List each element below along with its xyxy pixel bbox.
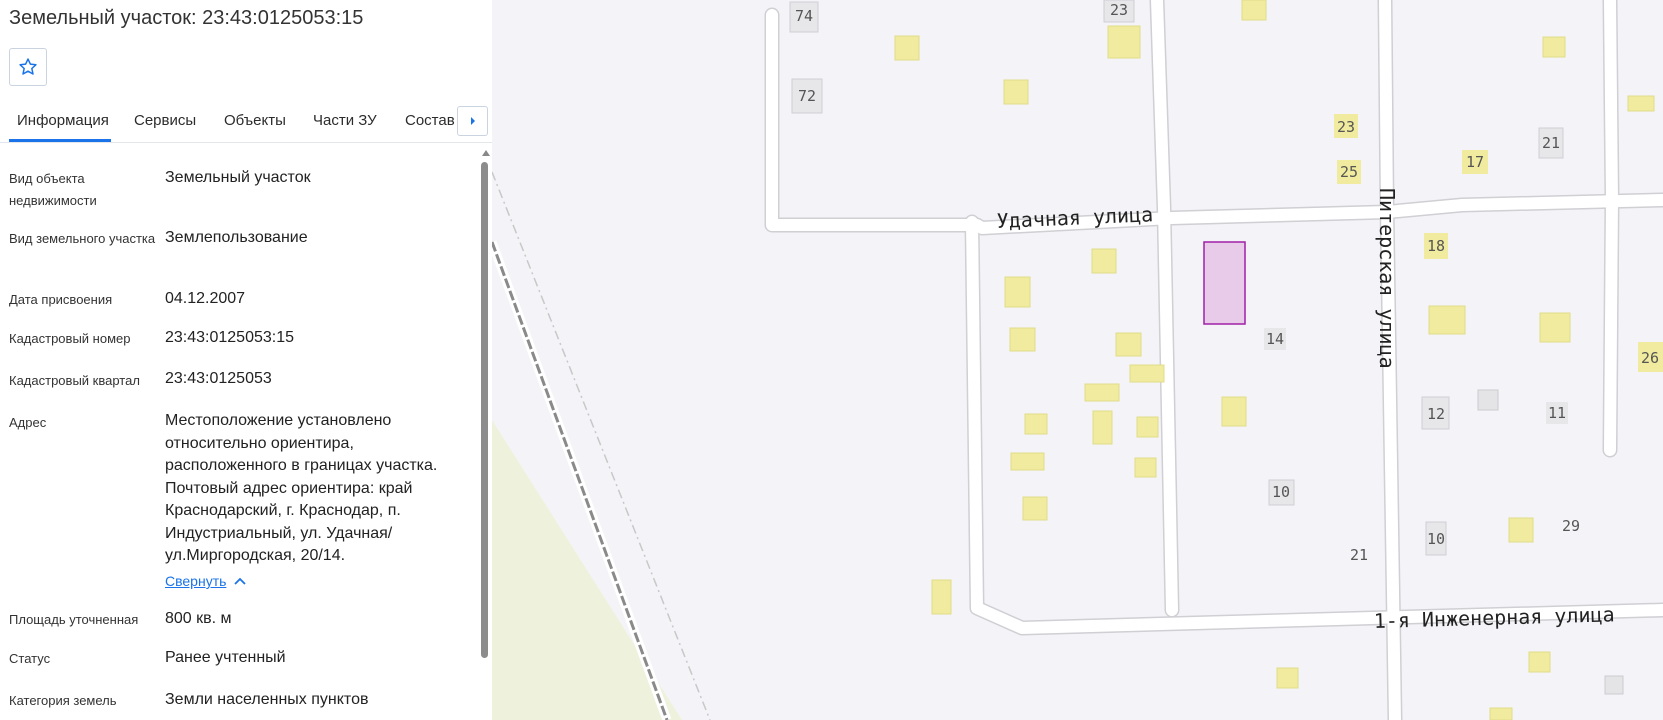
outbuilding (1604, 675, 1624, 695)
map-view[interactable]: Удачная улица Питерская улица 1-я Инжене… (492, 0, 1663, 720)
field-label-land-category: Категория земель (9, 693, 117, 708)
building (1003, 79, 1029, 105)
building (1004, 276, 1031, 308)
field-value-object-type: Земельный участок (165, 169, 311, 186)
house-number: 23 (1110, 1, 1128, 19)
building (1508, 517, 1534, 543)
house-number: 14 (1266, 330, 1284, 348)
building (1528, 651, 1551, 673)
building (1627, 95, 1655, 112)
building (1276, 667, 1299, 689)
field-value-land-type: Землепользование (165, 229, 308, 246)
field-value-land-category: Земли населенных пунктов (165, 691, 369, 708)
caret-right-icon (470, 117, 475, 125)
house-number: 12 (1427, 405, 1445, 423)
house-number: 29 (1562, 517, 1580, 535)
field-label-assign-date: Дата присвоения (9, 292, 113, 307)
field-label-cadastral-quarter: Кадастровый квартал (9, 373, 140, 388)
building (1084, 383, 1120, 402)
field-value-cadastral-quarter: 23:43:0125053 (165, 370, 272, 387)
map-canvas[interactable]: Удачная улица Питерская улица 1-я Инжене… (492, 0, 1663, 720)
field-label-address: Адрес (9, 415, 47, 430)
tab-services[interactable]: Сервисы (134, 112, 196, 129)
building (1129, 364, 1165, 383)
house-number: 21 (1542, 134, 1560, 152)
field-value-area: 800 кв. м (165, 610, 232, 627)
house-number: 11 (1548, 404, 1566, 422)
tab-information[interactable]: Информация (17, 112, 109, 129)
collapse-link[interactable]: Свернуть (165, 573, 247, 589)
tab-land-parts[interactable]: Части ЗУ (313, 112, 377, 129)
field-value-cadastral-number: 23:43:0125053:15 (165, 329, 295, 346)
building (1136, 416, 1159, 438)
street-label-piterskaya: Питерская улица (1375, 188, 1399, 369)
chevron-up-icon (234, 577, 247, 585)
house-number: 10 (1427, 530, 1445, 548)
building (1091, 248, 1117, 274)
building (1221, 396, 1247, 427)
house-number: 72 (798, 87, 816, 105)
building (1024, 413, 1048, 435)
building (931, 579, 952, 615)
house-number: 17 (1466, 153, 1484, 171)
house-number: 21 (1350, 546, 1368, 564)
field-label-land-type: Вид земельного участка (9, 231, 156, 246)
field-label-cadastral-number: Кадастровый номер (9, 331, 131, 346)
tab-composition[interactable]: Состав (405, 112, 455, 129)
building (1009, 327, 1036, 352)
building (1115, 332, 1142, 357)
field-label-area: Площадь уточненная (9, 612, 139, 627)
field-value-address: Местоположение установлено относительно … (165, 412, 438, 564)
info-panel: Земельный участок: 23:43:0125053:15 Инфо… (0, 0, 492, 720)
building (1010, 452, 1045, 471)
outbuilding (1477, 389, 1499, 411)
building (1107, 25, 1141, 59)
house-number: 10 (1272, 483, 1290, 501)
page-title: Земельный участок: 23:43:0125053:15 (9, 7, 364, 29)
building (1134, 457, 1157, 478)
building (1489, 707, 1513, 720)
building (1539, 312, 1571, 343)
house-number: 74 (795, 7, 813, 25)
building (894, 35, 920, 61)
tab-bar: Информация Сервисы Объекты Части ЗУ Сост… (0, 104, 492, 143)
selected-parcel[interactable] (1203, 241, 1246, 325)
tabs-next-button[interactable] (457, 106, 488, 136)
field-label-status: Статус (9, 651, 51, 666)
building (1241, 0, 1267, 21)
tab-objects[interactable]: Объекты (224, 112, 286, 129)
star-outline-icon (19, 58, 37, 75)
scrollbar-thumb[interactable] (481, 162, 488, 658)
house-number: 26 (1641, 349, 1659, 367)
field-value-assign-date: 04.12.2007 (165, 290, 246, 307)
field-value-status: Ранее учтенный (165, 649, 286, 666)
building (1022, 496, 1048, 521)
house-number: 25 (1340, 163, 1358, 181)
building (1428, 305, 1466, 335)
favorite-button[interactable] (9, 48, 47, 86)
collapse-label: Свернуть (165, 573, 227, 589)
house-number: 23 (1337, 118, 1355, 136)
building (1092, 410, 1113, 445)
field-label-object-type: Вид объекта недвижимости (9, 171, 97, 208)
active-tab-indicator (9, 139, 111, 142)
house-number: 18 (1427, 237, 1445, 255)
building (1542, 36, 1566, 58)
scroll-up-arrow-icon[interactable] (482, 150, 490, 156)
